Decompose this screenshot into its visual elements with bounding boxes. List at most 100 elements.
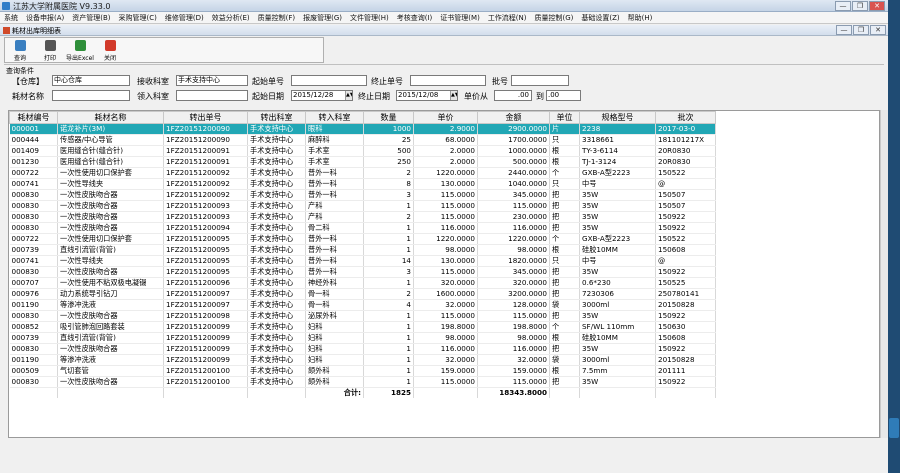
table-cell: 硅胶10MM bbox=[579, 244, 656, 256]
table-row[interactable]: 000976 动力系统导引钻刀 1FZ20151200097 手术支持中心 骨一科 2 16… bbox=[9, 288, 716, 300]
desktop-app-icon[interactable] bbox=[889, 418, 899, 438]
table-row[interactable]: 000001 诺龙补片(3M) 1FZ20151200090 手术支持中心 眼科 1000… bbox=[9, 123, 716, 135]
column-header-1[interactable]: 耗材名称 bbox=[57, 111, 164, 124]
query-panel: 查询条件 【仓库】 中心仓库 接收科室 手术支持中心 起始单号 终止单号 批号 … bbox=[4, 64, 884, 108]
column-header-2[interactable]: 转出单号 bbox=[163, 111, 248, 124]
menu-item-3[interactable]: 采购管理(C) bbox=[115, 12, 161, 23]
menu-item-10[interactable]: 证书管理(M) bbox=[436, 12, 484, 23]
table-row[interactable]: 000830 一次性皮肤吻合器 1FZ20151200095 手术支持中心 普外一科 3 1… bbox=[9, 266, 716, 278]
menu-item-1[interactable]: 设备申报(A) bbox=[22, 12, 68, 23]
table-row[interactable]: 000830 一次性皮肤吻合器 1FZ20151200092 手术支持中心 普外一科 3 1… bbox=[9, 189, 716, 201]
table-cell: 1FZ20151200092 bbox=[163, 167, 248, 179]
table-header-row: 耗材编号 耗材名称 转出单号 转出科室 转入科室 数量 单价 金额 单位 规格型号 批次 bbox=[9, 111, 716, 124]
start-date-picker[interactable]: 2015/12/28 ▲▼ bbox=[291, 90, 353, 101]
menu-item-5[interactable]: 效益分析(E) bbox=[208, 12, 254, 23]
table-row[interactable]: 000509 气切套管 1FZ20151200100 手术支持中心 颌外科 1 159.00… bbox=[9, 365, 716, 377]
in-dept-input[interactable] bbox=[176, 90, 248, 101]
table-row[interactable]: 001409 医用缝合针(缝合针) 1FZ20151200091 手术支持中心 手术室 5… bbox=[9, 145, 716, 157]
toolbar-button-1[interactable]: 打印 bbox=[35, 38, 65, 62]
table-cell: 动力系统导引钻刀 bbox=[57, 288, 164, 300]
receive-dept-select[interactable]: 手术支持中心 bbox=[176, 75, 248, 86]
price-to-input[interactable]: .00 bbox=[546, 90, 581, 101]
menu-item-8[interactable]: 文件管理(H) bbox=[346, 12, 393, 23]
table-row[interactable]: 000741 一次性导线夹 1FZ20151200092 手术支持中心 普外一科 8 130… bbox=[9, 178, 716, 190]
close-window-button[interactable]: ✕ bbox=[869, 1, 885, 11]
column-header-6[interactable]: 单价 bbox=[413, 111, 478, 124]
table-row[interactable]: 000444 传感器/中心导管 1FZ20151200090 手术支持中心 麻醉科 25 6… bbox=[9, 134, 716, 146]
table-cell: 一次性皮肤吻合器 bbox=[57, 200, 164, 212]
end-date-picker[interactable]: 2015/12/08 ▲▼ bbox=[396, 90, 458, 101]
table-row[interactable]: 000830 一次性皮肤吻合器 1FZ20151200093 手术支持中心 产科 2 115… bbox=[9, 211, 716, 223]
menu-item-11[interactable]: 工作流程(N) bbox=[484, 12, 531, 23]
table-row[interactable]: 001190 等渗冲洗液 1FZ20151200099 手术支持中心 妇科 1 32.000… bbox=[9, 354, 716, 366]
column-header-8[interactable]: 单位 bbox=[549, 111, 580, 124]
spinner-icon[interactable]: ▲▼ bbox=[450, 91, 457, 100]
spinner-icon[interactable]: ▲▼ bbox=[345, 91, 352, 100]
table-cell: 7.5mm bbox=[579, 365, 656, 377]
material-name-input[interactable] bbox=[52, 90, 130, 101]
table-cell: 片 bbox=[549, 123, 580, 135]
menu-item-14[interactable]: 帮助(H) bbox=[624, 12, 657, 23]
table-cell: 1040.0000 bbox=[477, 178, 550, 190]
table-row[interactable]: 000830 一次性皮肤吻合器 1FZ20151200098 手术支持中心 泌尿外科 1 1… bbox=[9, 310, 716, 322]
child-close-button[interactable]: ✕ bbox=[870, 25, 886, 35]
table-row[interactable]: 000722 一次性使用切口保护套 1FZ20151200095 手术支持中心 普外一科… bbox=[9, 233, 716, 245]
toolbar-button-0[interactable]: 查询 bbox=[5, 38, 35, 62]
table-row[interactable]: 000830 一次性皮肤吻合器 1FZ20151200099 手术支持中心 妇科 1 116… bbox=[9, 343, 716, 355]
window-title: 江苏大学附属医院 V9.33.0 bbox=[13, 2, 111, 11]
table-row[interactable]: 000739 直线引流管(背管) 1FZ20151200099 手术支持中心 妇科 1 98… bbox=[9, 332, 716, 344]
start-no-input[interactable] bbox=[291, 75, 367, 86]
table-row[interactable]: 001190 等渗冲洗液 1FZ20151200097 手术支持中心 骨一科 4 32.00… bbox=[9, 299, 716, 311]
table-cell: 250780141 bbox=[655, 288, 716, 300]
table-cell: 手术支持中心 bbox=[247, 299, 306, 311]
menu-item-2[interactable]: 资产管理(B) bbox=[68, 12, 114, 23]
table-row[interactable]: 000739 直线引流管(背管) 1FZ20151200095 手术支持中心 普外一科 1… bbox=[9, 244, 716, 256]
table-row[interactable]: 000707 一次性使用不粘双极电凝镊 1FZ20151200096 手术支持中心 神经… bbox=[9, 277, 716, 289]
table-row[interactable]: 000722 一次性使用切口保护套 1FZ20151200092 手术支持中心 普外一科… bbox=[9, 167, 716, 179]
menu-bar: 系统 设备申报(A) 资产管理(B) 采购管理(C) 维修管理(D) 效益分析(E) 质量控… bbox=[0, 12, 888, 24]
menu-item-12[interactable]: 质量控制(G) bbox=[531, 12, 578, 23]
minimize-button[interactable]: — bbox=[835, 1, 851, 11]
table-row[interactable]: 001230 医用缝合针(缝合针) 1FZ20151200091 手术支持中心 手术室 2… bbox=[9, 156, 716, 168]
table-cell: 2.9000 bbox=[413, 123, 478, 135]
column-header-4[interactable]: 转入科室 bbox=[305, 111, 364, 124]
vertical-scrollbar[interactable] bbox=[880, 110, 888, 438]
total-cell bbox=[57, 387, 164, 399]
table-row[interactable]: 000852 吸引管肺泡回路套装 1FZ20151200099 手术支持中心 妇科 1 19… bbox=[9, 321, 716, 333]
table-cell: 000976 bbox=[9, 288, 58, 300]
table-cell: 35W bbox=[579, 343, 656, 355]
menu-item-13[interactable]: 基础设置(Z) bbox=[577, 12, 623, 23]
menu-item-4[interactable]: 维修管理(D) bbox=[161, 12, 208, 23]
price-from-input[interactable]: .00 bbox=[494, 90, 532, 101]
table-cell: 000722 bbox=[9, 167, 58, 179]
column-header-5[interactable]: 数量 bbox=[363, 111, 414, 124]
table-cell: 128.0000 bbox=[477, 299, 550, 311]
table-cell: 只 bbox=[549, 255, 580, 267]
menu-item-6[interactable]: 质量控制(F) bbox=[254, 12, 300, 23]
table-cell: 把 bbox=[549, 189, 580, 201]
total-row: 合计: 1825 18343.8000 bbox=[9, 387, 716, 399]
menu-item-0[interactable]: 系统 bbox=[0, 12, 22, 23]
column-header-3[interactable]: 转出科室 bbox=[247, 111, 306, 124]
menu-item-7[interactable]: 报废管理(G) bbox=[299, 12, 346, 23]
toolbar-button-2[interactable]: 导出Excel bbox=[65, 38, 95, 62]
column-header-10[interactable]: 批次 bbox=[655, 111, 716, 124]
column-header-0[interactable]: 耗材编号 bbox=[9, 111, 58, 124]
child-minimize-button[interactable]: — bbox=[836, 25, 852, 35]
table-row[interactable]: 000830 一次性皮肤吻合器 1FZ20151200100 手术支持中心 颌外科 1 11… bbox=[9, 376, 716, 388]
batch-input[interactable] bbox=[511, 75, 569, 86]
column-header-7[interactable]: 金额 bbox=[477, 111, 550, 124]
warehouse-select[interactable]: 中心仓库 bbox=[52, 75, 130, 86]
menu-item-9[interactable]: 考核查询(I) bbox=[393, 12, 437, 23]
column-header-9[interactable]: 规格型号 bbox=[579, 111, 656, 124]
toolbar-button-3[interactable]: 关闭 bbox=[95, 38, 125, 62]
table-cell: 2 bbox=[363, 211, 414, 223]
table-cell: 115.0000 bbox=[413, 376, 478, 388]
child-window-title: 耗材出库明细表 bbox=[12, 27, 61, 35]
table-row[interactable]: 000830 一次性皮肤吻合器 1FZ20151200094 手术支持中心 骨二科 1 11… bbox=[9, 222, 716, 234]
end-no-input[interactable] bbox=[410, 75, 486, 86]
maximize-button[interactable]: ❐ bbox=[852, 1, 868, 11]
table-row[interactable]: 000741 一次性导线夹 1FZ20151200095 手术支持中心 普外一科 14 13… bbox=[9, 255, 716, 267]
child-maximize-button[interactable]: ❐ bbox=[853, 25, 869, 35]
table-row[interactable]: 000830 一次性皮肤吻合器 1FZ20151200093 手术支持中心 产科 1 115… bbox=[9, 200, 716, 212]
